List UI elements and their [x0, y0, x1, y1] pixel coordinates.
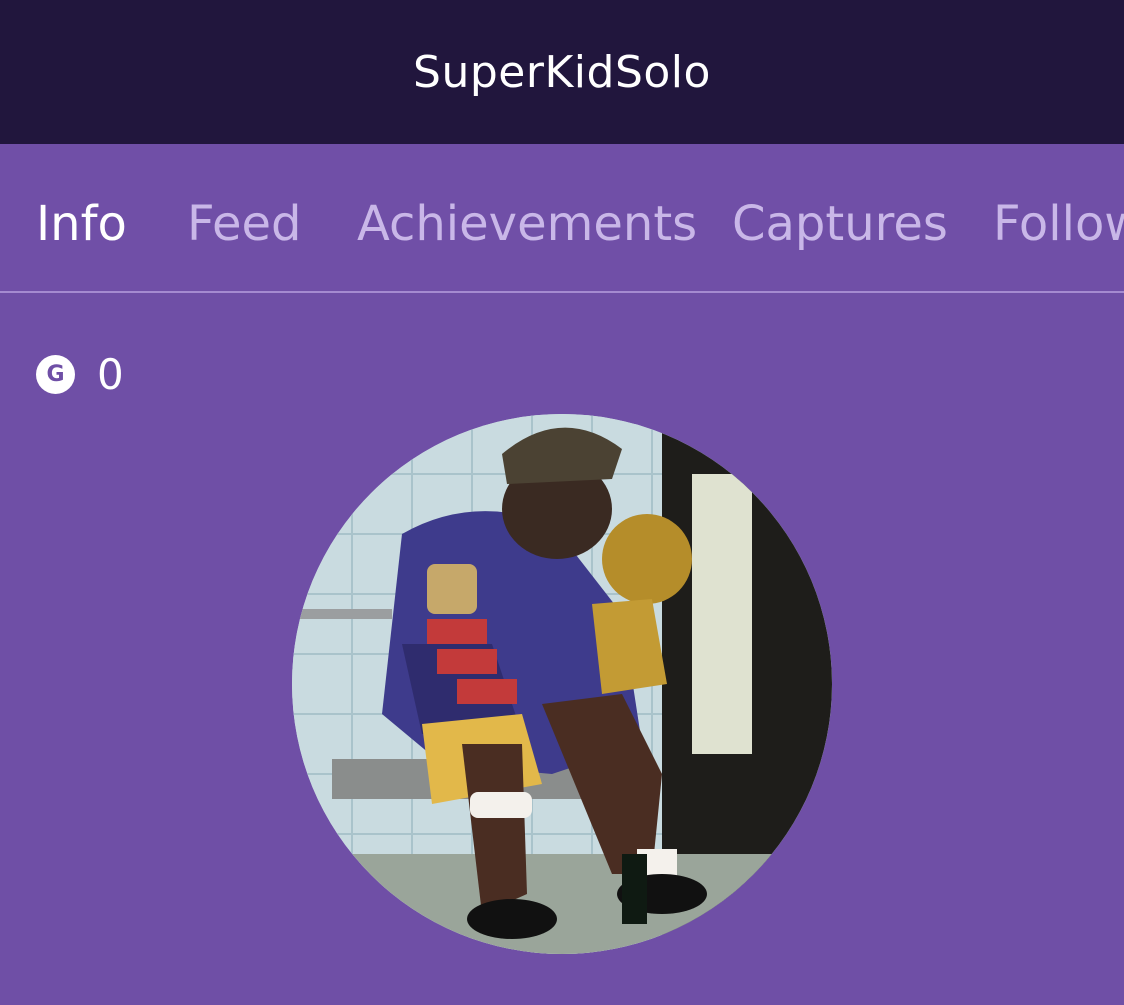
page-title: SuperKidSolo [413, 46, 711, 98]
tab-followers[interactable]: Follow [993, 196, 1124, 252]
profile-photo-icon [292, 414, 832, 954]
tab-info[interactable]: Info [36, 196, 127, 252]
gamerscore-value: 0 [97, 349, 124, 399]
title-bar: SuperKidSolo [0, 0, 1124, 144]
tab-achievements[interactable]: Achievements [357, 196, 697, 252]
tab-feed[interactable]: Feed [187, 196, 302, 252]
tab-bar: Info Feed Achievements Captures Follow [0, 144, 1124, 292]
tab-divider [0, 291, 1124, 293]
avatar[interactable] [292, 414, 832, 954]
tab-captures[interactable]: Captures [732, 196, 948, 252]
gamerscore: G 0 [36, 349, 124, 399]
gamerscore-icon: G [36, 354, 75, 394]
